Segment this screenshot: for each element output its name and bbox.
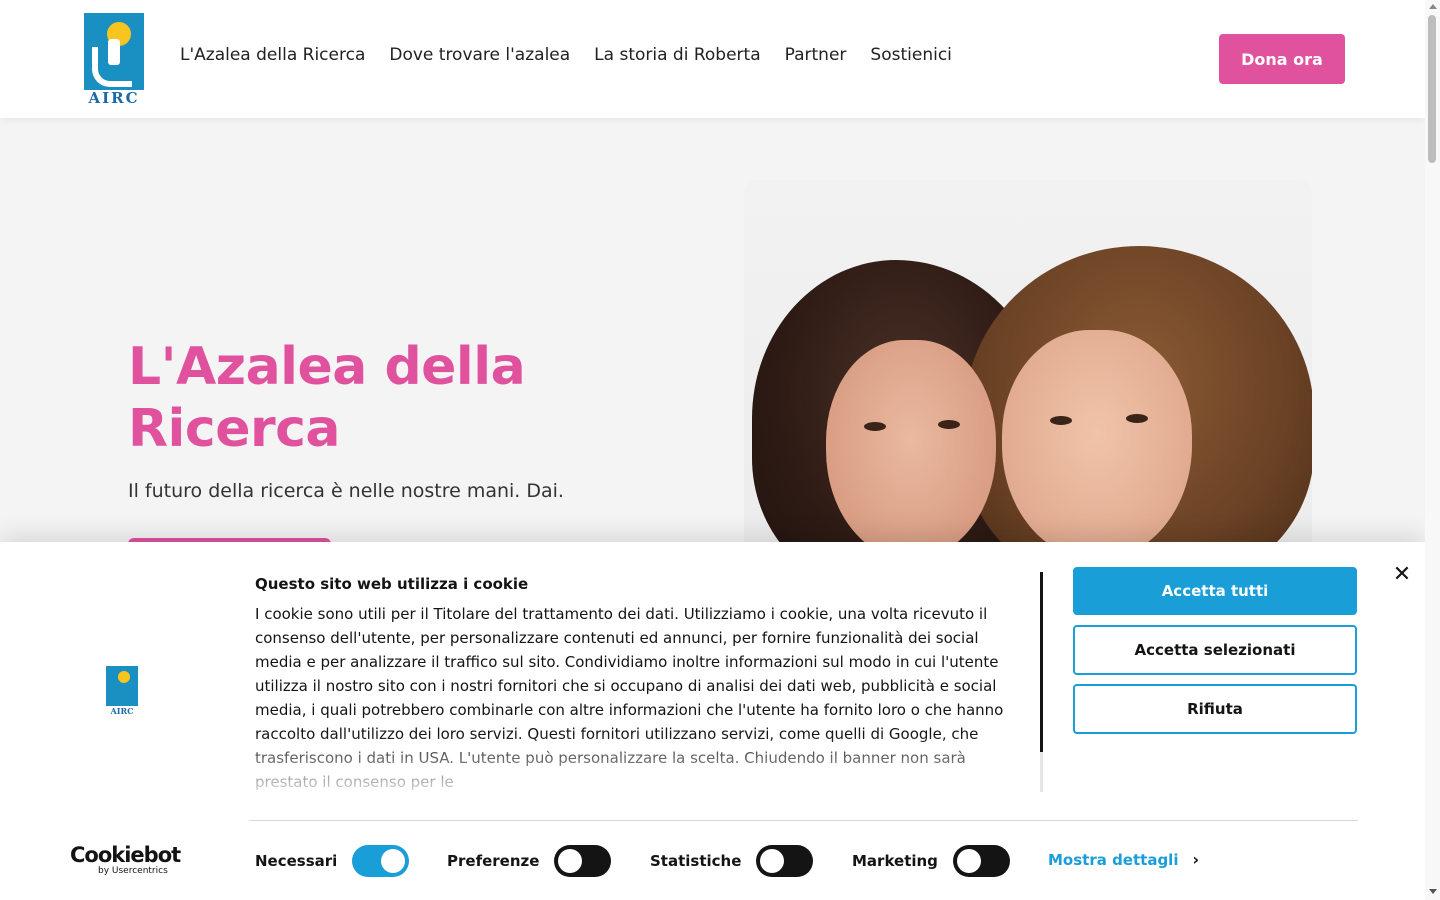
- scroll-down-icon[interactable]: [1429, 889, 1437, 894]
- accept-selected-button[interactable]: Accetta selezionati: [1073, 625, 1357, 675]
- toggle-marketing: Marketing: [852, 845, 1010, 877]
- cookiebot-logo[interactable]: Cookiebot by Usercentrics: [70, 844, 181, 876]
- airc-logo[interactable]: AIRC: [84, 13, 144, 107]
- cookie-text-scroll[interactable]: I cookie sono utili per il Titolare del …: [255, 602, 1025, 794]
- logo-emblem: [84, 13, 144, 90]
- marketing-switch[interactable]: [952, 845, 1010, 877]
- page-scrollbar-thumb[interactable]: [1428, 15, 1436, 163]
- hero-title: L'Azalea della Ricerca: [128, 337, 526, 459]
- statistiche-switch[interactable]: [756, 845, 814, 877]
- cookie-banner-logo: AIRC: [106, 666, 138, 716]
- site-header: AIRC L'Azalea della Ricerca Dove trovare…: [0, 0, 1425, 118]
- hero-subtitle: Il futuro della ricerca è nelle nostre m…: [128, 480, 564, 502]
- toggle-label-necessari: Necessari: [255, 852, 338, 870]
- nav-item-partner[interactable]: Partner: [785, 45, 847, 65]
- toggle-label-statistiche: Statistiche: [650, 852, 742, 870]
- cookie-title: Questo sito web utilizza i cookie: [255, 575, 529, 593]
- nav-item-dove-trovare[interactable]: Dove trovare l'azalea: [389, 45, 570, 65]
- scroll-up-icon[interactable]: [1429, 4, 1437, 9]
- toggle-label-preferenze: Preferenze: [447, 852, 540, 870]
- divider: [249, 820, 1358, 821]
- logo-wordmark: AIRC: [88, 89, 140, 107]
- nav-item-storia-roberta[interactable]: La storia di Roberta: [594, 45, 760, 65]
- reject-button[interactable]: Rifiuta: [1073, 684, 1357, 734]
- show-details-label: Mostra dettagli: [1048, 850, 1179, 869]
- nav-item-azalea[interactable]: L'Azalea della Ricerca: [180, 45, 365, 65]
- cookie-banner: AIRC Questo sito web utilizza i cookie I…: [0, 542, 1425, 900]
- hero-photo: [744, 180, 1312, 550]
- toggle-statistiche: Statistiche: [650, 845, 814, 877]
- sun-icon: [118, 671, 130, 683]
- page-scrollbar[interactable]: [1425, 0, 1440, 900]
- cookie-text-scrollbar-thumb[interactable]: [1040, 572, 1043, 752]
- main-nav: L'Azalea della Ricerca Dove trovare l'az…: [180, 45, 952, 65]
- donate-button[interactable]: Dona ora: [1219, 34, 1345, 84]
- toggle-necessari: Necessari: [255, 845, 410, 877]
- toggle-label-marketing: Marketing: [852, 852, 938, 870]
- chevron-right-icon: ›: [1192, 850, 1200, 869]
- show-details-link[interactable]: Mostra dettagli ›: [1048, 850, 1199, 869]
- toggle-preferenze: Preferenze: [447, 845, 612, 877]
- necessari-switch[interactable]: [352, 845, 410, 877]
- preferenze-switch[interactable]: [554, 845, 612, 877]
- nav-item-sostienici[interactable]: Sostienici: [870, 45, 951, 65]
- close-icon[interactable]: ✕: [1390, 562, 1414, 587]
- accept-all-button[interactable]: Accetta tutti: [1073, 567, 1357, 615]
